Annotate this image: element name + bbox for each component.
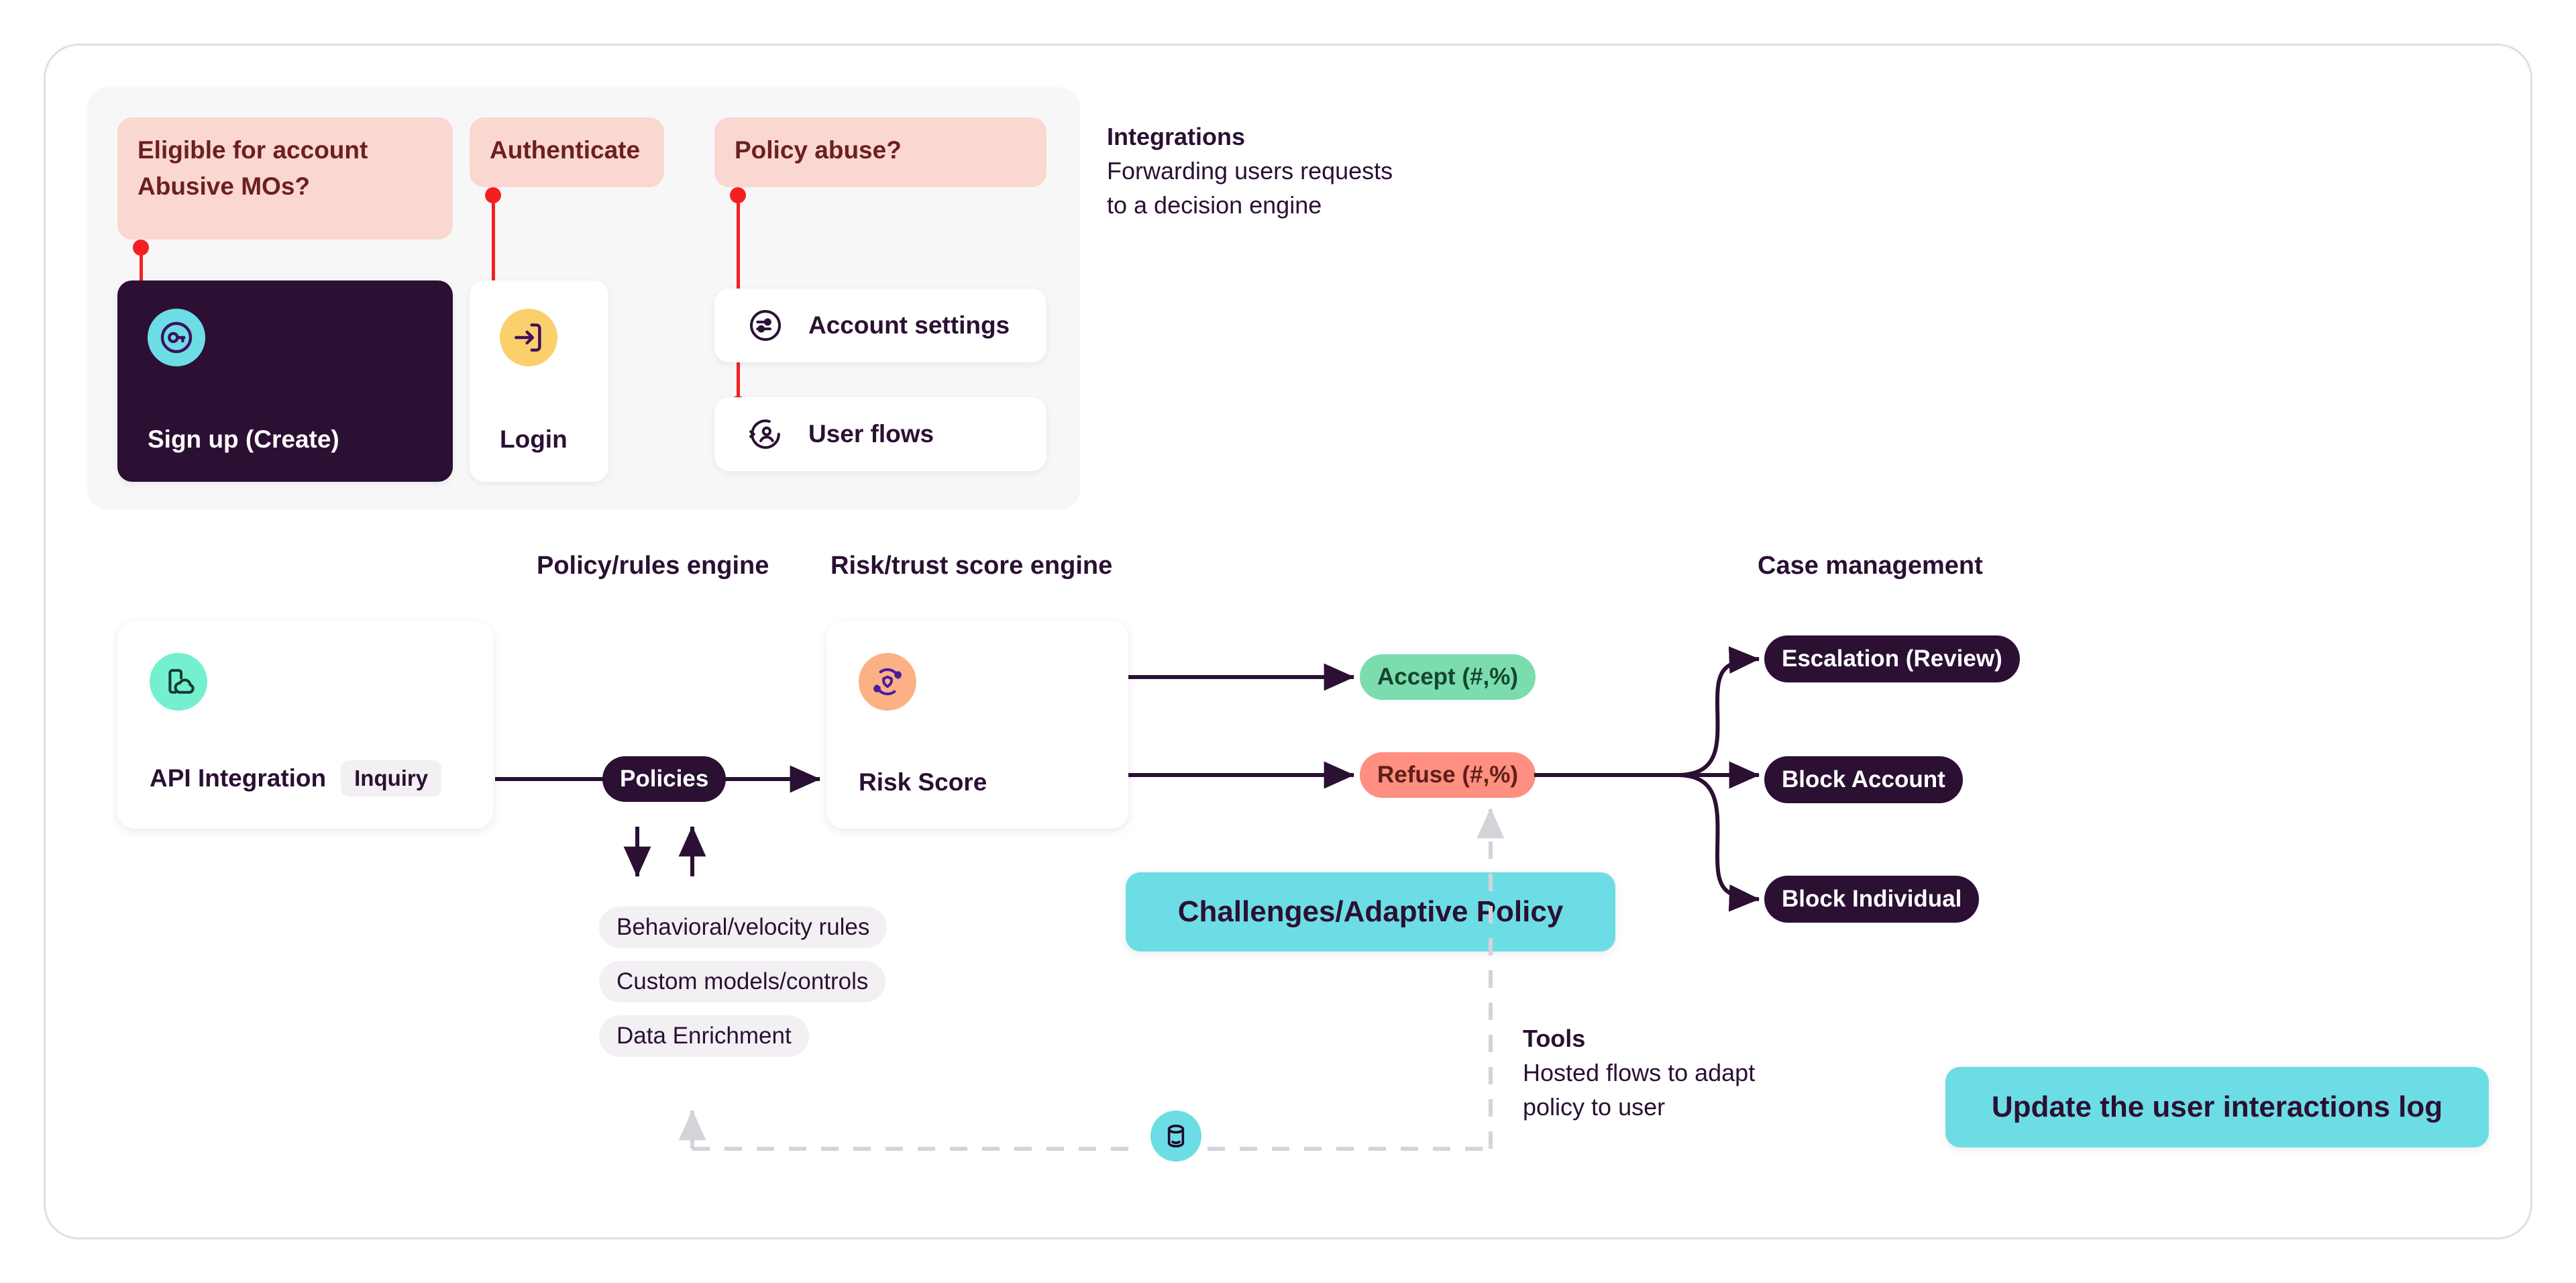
tools-note: Tools Hosted flows to adapt policy to us… xyxy=(1523,1021,1755,1124)
connector-dot-auth-top xyxy=(485,187,501,203)
integrations-note-line2: to a decision engine xyxy=(1107,191,1322,219)
card-account-settings[interactable]: Account settings xyxy=(714,289,1046,362)
tools-note-line1: Hosted flows to adapt xyxy=(1523,1059,1756,1087)
pill-policies[interactable]: Policies xyxy=(602,756,727,802)
integrations-note-line1: Forwarding users requests xyxy=(1107,157,1393,185)
pill-escalation-review[interactable]: Escalation (Review) xyxy=(1764,635,2020,682)
pill-accept[interactable]: Accept (#,%) xyxy=(1360,654,1536,700)
card-login-label: Login xyxy=(500,425,568,453)
connector-dot-policy-top xyxy=(730,187,746,203)
tools-note-title: Tools xyxy=(1523,1025,1586,1052)
settings-sliders-icon xyxy=(741,301,790,350)
box-challenges-adaptive-policy[interactable]: Challenges/Adaptive Policy xyxy=(1126,872,1615,952)
header-card-eligible: Eligible for account Abusive MOs? xyxy=(117,117,453,240)
connector-dot-eligible-top xyxy=(133,240,149,256)
api-cloud-icon xyxy=(150,653,207,711)
label-risk-trust-score-engine: Risk/trust score engine xyxy=(830,552,1113,580)
label-case-management: Case management xyxy=(1758,552,1983,580)
card-api-integration[interactable]: API Integration Inquiry xyxy=(117,621,493,829)
pill-block-account[interactable]: Block Account xyxy=(1764,756,1963,803)
key-circle-icon xyxy=(148,309,205,366)
card-api-integration-footer: API Integration Inquiry xyxy=(150,760,442,797)
integrations-note-title: Integrations xyxy=(1107,123,1246,150)
pill-refuse[interactable]: Refuse (#,%) xyxy=(1360,752,1536,798)
card-sign-up[interactable]: Sign up (Create) xyxy=(117,280,453,482)
chip-behavioral-velocity-rules[interactable]: Behavioral/velocity rules xyxy=(599,907,888,948)
header-card-policy-abuse: Policy abuse? xyxy=(714,117,1046,187)
card-api-integration-chip: Inquiry xyxy=(341,760,442,797)
card-api-integration-label: API Integration xyxy=(150,764,327,792)
card-login[interactable]: Login xyxy=(470,280,608,482)
connector-auth-login xyxy=(492,195,495,287)
login-arrow-icon xyxy=(500,309,557,366)
card-risk-score-label: Risk Score xyxy=(859,768,987,796)
tools-note-line2: policy to user xyxy=(1523,1093,1666,1121)
box-update-user-interactions-log[interactable]: Update the user interactions log xyxy=(1945,1067,2489,1147)
header-card-eligible-line2: Abusive MOs? xyxy=(138,172,310,200)
card-sign-up-label: Sign up (Create) xyxy=(148,425,339,453)
header-card-policy-abuse-label: Policy abuse? xyxy=(735,136,902,164)
header-card-authenticate-label: Authenticate xyxy=(490,136,641,164)
card-user-flows[interactable]: User flows xyxy=(714,397,1046,471)
label-policy-rules-engine: Policy/rules engine xyxy=(537,552,769,580)
pill-block-individual[interactable]: Block Individual xyxy=(1764,876,1980,923)
connector-policy-account xyxy=(737,195,740,295)
header-card-authenticate: Authenticate xyxy=(470,117,664,187)
card-account-settings-label: Account settings xyxy=(808,311,1010,339)
chip-data-enrichment[interactable]: Data Enrichment xyxy=(599,1015,809,1057)
card-user-flows-label: User flows xyxy=(808,420,934,448)
user-flow-icon xyxy=(741,410,790,458)
database-icon xyxy=(1150,1111,1201,1162)
header-card-eligible-line1: Eligible for account xyxy=(138,136,368,164)
card-risk-score-footer: Risk Score xyxy=(859,768,987,797)
chip-custom-models-controls[interactable]: Custom models/controls xyxy=(599,961,886,1003)
integrations-note: Integrations Forwarding users requests t… xyxy=(1107,119,1393,222)
risk-target-icon xyxy=(859,653,916,711)
card-risk-score[interactable]: Risk Score xyxy=(826,621,1128,829)
